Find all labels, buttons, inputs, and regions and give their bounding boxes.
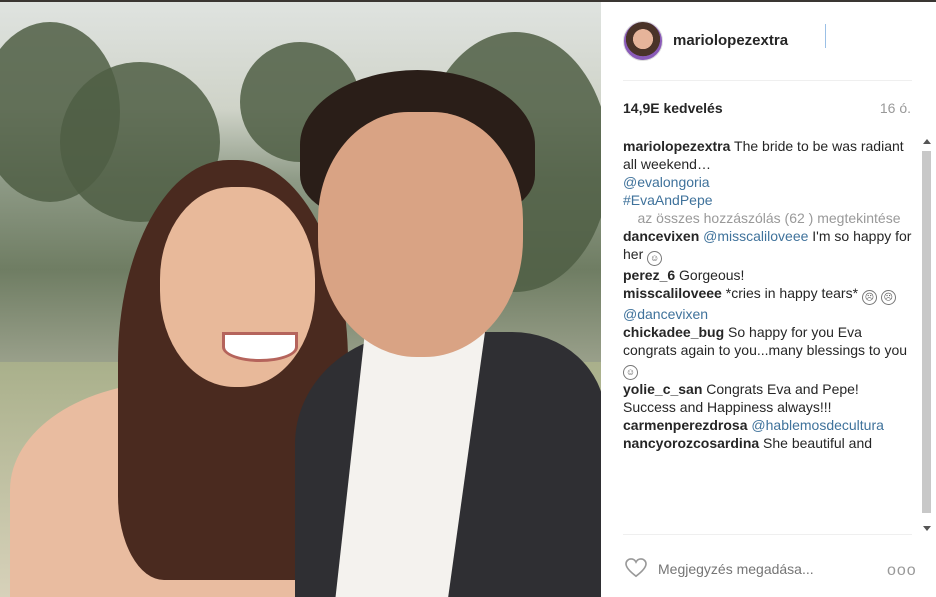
- post-side-panel: mariolopezextra 14,9E kedvelés 16 ó. mar…: [601, 2, 936, 597]
- comment-mention[interactable]: @dancevixen: [623, 306, 708, 322]
- scroll-down-arrow-icon[interactable]: [923, 526, 931, 531]
- woman-smile: [222, 332, 298, 362]
- comment-username[interactable]: dancevixen: [623, 228, 699, 244]
- smile-emoji-icon: ☺: [647, 251, 663, 266]
- comment: perez_6 Gorgeous!: [623, 266, 915, 284]
- comment-mention[interactable]: @hablemosdecultura: [751, 417, 884, 433]
- comment-username[interactable]: perez_6: [623, 267, 675, 283]
- smile-emoji-icon: ☺: [623, 365, 638, 380]
- comment-text: *cries in happy tears*: [725, 285, 859, 301]
- crying-emoji-icon: ☹: [861, 290, 877, 305]
- post-photo[interactable]: [0, 2, 601, 597]
- heart-icon[interactable]: [625, 558, 647, 578]
- divider: [623, 534, 912, 535]
- comment-scrollbar[interactable]: [919, 135, 935, 535]
- comment-username[interactable]: carmenperezdrosa: [623, 417, 748, 433]
- comment-username[interactable]: misscaliloveee: [623, 285, 722, 301]
- avatar[interactable]: [623, 21, 663, 61]
- scroll-up-arrow-icon[interactable]: [923, 139, 931, 144]
- caption-hashtag[interactable]: #EvaAndPepe: [623, 191, 915, 209]
- comment-text: She beautiful and: [763, 435, 873, 451]
- comment-username[interactable]: nancyorozcosardina: [623, 435, 759, 451]
- caption-mention[interactable]: @evalongoria: [623, 174, 710, 190]
- post-age[interactable]: 16 ó.: [880, 100, 911, 116]
- comment: misscaliloveee *cries in happy tears* ☹ …: [623, 284, 915, 323]
- comment: nancyorozcosardina She beautiful and: [623, 434, 915, 452]
- comment-username[interactable]: chickadee_bug: [623, 324, 724, 340]
- view-all-comments-link[interactable]: az összes hozzászólás (62 ) megtekintése: [623, 209, 915, 227]
- scrollbar-thumb[interactable]: [922, 151, 931, 513]
- comment: dancevixen @misscaliloveee I'm so happy …: [623, 227, 915, 266]
- comment: carmenperezdrosa @hablemosdecultura: [623, 416, 915, 434]
- add-comment-input[interactable]: [658, 561, 858, 577]
- crying-emoji-icon: ☹: [880, 290, 896, 305]
- man-face: [318, 112, 523, 357]
- like-count[interactable]: 14,9E kedvelés: [623, 100, 723, 116]
- comment-username[interactable]: yolie_c_san: [623, 381, 702, 397]
- comment-text: Gorgeous!: [679, 267, 745, 283]
- post-username[interactable]: mariolopezextra: [673, 32, 788, 49]
- comment: chickadee_bug So happy for you Eva congr…: [623, 323, 915, 380]
- caption: mariolopezextra The bride to be was radi…: [623, 137, 915, 191]
- caption-username[interactable]: mariolopezextra: [623, 138, 730, 154]
- divider: [623, 80, 912, 81]
- follow-button-edge[interactable]: [825, 24, 834, 48]
- more-options-icon[interactable]: ooo: [887, 562, 917, 580]
- comment-list: mariolopezextra The bride to be was radi…: [623, 137, 915, 535]
- comment: yolie_c_san Congrats Eva and Pepe! Succe…: [623, 380, 915, 416]
- comment-mention[interactable]: @misscaliloveee: [703, 228, 808, 244]
- post-header: mariolopezextra: [601, 2, 936, 80]
